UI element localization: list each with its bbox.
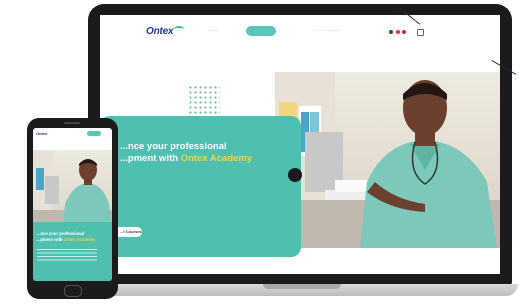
hero-title-prefix: ...pment with: [120, 153, 181, 164]
phone-hero-photo: [33, 150, 112, 230]
hero-title: ...nce your professional ...pment with O…: [120, 141, 252, 165]
hero-title-line-2: ...pment with Ontex Academy: [120, 153, 252, 165]
phone-photo-illustration: [33, 150, 112, 230]
flag-dark-icon[interactable]: [389, 30, 393, 34]
phone-hero-title: ...nce your professional ...pment with O…: [37, 231, 95, 242]
phone-home-button[interactable]: [64, 285, 82, 297]
decorative-dot-grid: [188, 85, 220, 117]
decorative-circle: [288, 168, 302, 182]
logo-swoosh-icon: [174, 26, 184, 32]
nav-link-1[interactable]: ·········: [208, 29, 219, 33]
flag-red-icon[interactable]: [396, 30, 400, 34]
hero-title-highlight: Ontex Academy: [180, 153, 253, 164]
phone-hero-title-highlight: Ontex Academy: [63, 236, 96, 242]
laptop-notch: [263, 284, 341, 289]
phone-hero-description: [37, 249, 97, 263]
phone-screen: Ontex ...nce your professional ...pment …: [33, 128, 112, 281]
phone-logo[interactable]: Ontex: [36, 131, 47, 136]
nav-link-2[interactable]: ··· ········ ··········: [314, 29, 340, 33]
hero-photo: [275, 72, 500, 248]
nav-cta-button[interactable]: [246, 26, 276, 36]
share-icon[interactable]: [417, 29, 424, 36]
laptop-screen: Ontex ········· ··· ········ ··········: [100, 15, 500, 274]
phone-menu-button[interactable]: [87, 131, 101, 136]
flag-red-icon-2[interactable]: [402, 30, 406, 34]
site-header: Ontex ········· ··· ········ ··········: [100, 15, 500, 53]
phone-hero-title-line-2: ...pment with Ontex Academy: [37, 237, 95, 243]
logo[interactable]: Ontex: [146, 26, 174, 37]
phone-hero-title-prefix: ...pment with: [37, 236, 64, 242]
hero-photo-illustration: [275, 72, 500, 248]
hero-title-line-1: ...nce your professional: [120, 141, 227, 152]
phone-speaker: [64, 122, 80, 124]
